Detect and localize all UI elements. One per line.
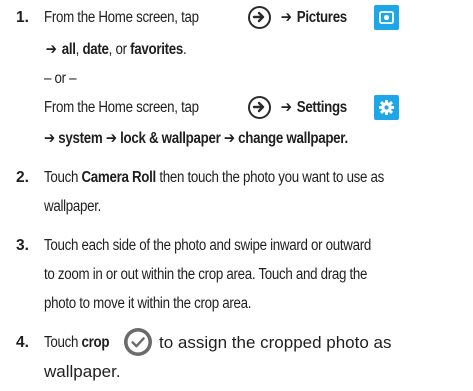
arrow-icon: ➔ [45, 41, 57, 58]
step-4-line-1a: Touch crop [44, 333, 109, 353]
step-1-line-4: From the Home screen, tap [44, 98, 199, 118]
circle-arrow-right-icon [248, 6, 271, 29]
step-3-line-3: photo to move it within the crop area. [44, 295, 252, 312]
step-text: then touch the photo you want to use as [155, 169, 385, 186]
option-date: date [82, 41, 109, 58]
camera-roll-label: Camera Roll [81, 169, 156, 186]
instruction-page: 1. From the Home screen, tap ➔ Pictures … [0, 0, 473, 391]
or-divider: – or – [44, 70, 77, 87]
step-text: Touch [44, 169, 82, 186]
step-text: Touch [44, 334, 82, 351]
step-1-line-2: ➔ all, date, or favorites. [44, 40, 187, 60]
arrow-icon: ➔ [280, 99, 292, 116]
step-1-settings-target: ➔ Settings [279, 98, 347, 118]
pictures-label: Pictures [296, 9, 348, 26]
step-number: 3. [16, 237, 29, 254]
step-3-line-1: Touch each side of the photo and swipe i… [44, 237, 371, 254]
circle-arrow-right-icon [248, 96, 271, 119]
step-text: From the Home screen, tap [44, 9, 199, 26]
step-number: 1. [16, 9, 29, 26]
separator: , or [108, 41, 131, 58]
option-favorites: favorites [130, 41, 183, 58]
arrow-icon: ➔ [280, 9, 292, 26]
step-2-line-1: Touch Camera Roll then touch the photo y… [44, 168, 384, 188]
step-1-line-1: From the Home screen, tap [44, 8, 199, 28]
step-4-line-1b: to assign the cropped photo as [159, 333, 392, 352]
step-number: 4. [16, 334, 29, 351]
option-all: all [61, 41, 76, 58]
step-text: From the Home screen, tap [44, 99, 199, 116]
settings-label: Settings [296, 99, 347, 116]
settings-gear-icon [374, 95, 399, 120]
pictures-tile-icon [374, 5, 399, 30]
crop-label: crop [81, 334, 110, 351]
step-1-settings-path: ➔ system ➔ lock & wallpaper ➔ change wal… [44, 130, 348, 147]
step-number: 2. [16, 169, 29, 186]
step-4-line-2: wallpaper. [44, 362, 121, 381]
separator: , [75, 41, 83, 58]
step-1-target: ➔ Pictures [279, 8, 348, 28]
checkmark-circle-icon [124, 328, 152, 356]
step-3-line-2: to zoom in or out within the crop area. … [44, 266, 368, 283]
period: . [182, 41, 187, 58]
step-2-line-2: wallpaper. [44, 198, 102, 215]
